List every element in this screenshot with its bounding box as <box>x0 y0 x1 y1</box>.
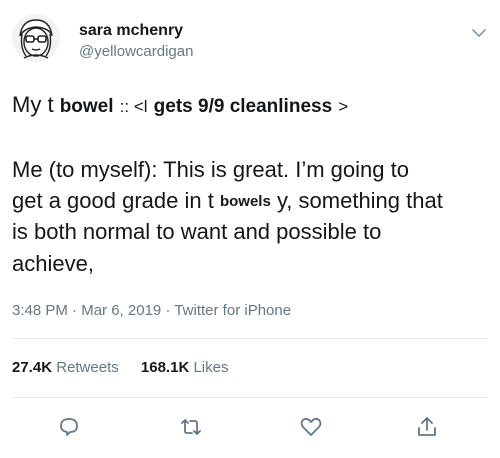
tweet-text-fragment: > <box>338 97 349 116</box>
tweet-date[interactable]: Mar 6, 2019 <box>81 302 161 319</box>
tweet-text-line-4: is both normal to want and possible to <box>12 219 382 244</box>
tweet-text-fragment: get a good grade in t <box>12 188 214 213</box>
display-name[interactable]: sara mchenry <box>79 22 183 40</box>
avatar[interactable] <box>12 14 60 62</box>
retweet-icon[interactable] <box>178 414 204 440</box>
tweet-text-fragment: y, something that <box>276 188 443 213</box>
divider <box>12 397 488 398</box>
tweet-actions <box>0 414 500 442</box>
tweet-meta: 3:48 PM · Mar 6, 2019 · Twitter for iPho… <box>12 302 291 319</box>
tweet-source[interactable]: Twitter for iPhone <box>174 302 291 319</box>
likes-stat[interactable]: 168.1K Likes <box>141 359 229 376</box>
meta-separator: · <box>72 302 78 319</box>
heart-icon[interactable] <box>298 414 324 440</box>
retweets-count: 27.4K <box>12 359 53 376</box>
user-handle[interactable]: @yellowcardigan <box>79 43 193 60</box>
likes-count: 168.1K <box>140 359 190 376</box>
likes-label: Likes <box>193 359 229 376</box>
tweet-text-overlay: bowels <box>219 188 271 216</box>
avatar-image <box>12 14 60 62</box>
reply-icon[interactable] <box>56 414 82 440</box>
share-icon[interactable] <box>414 414 440 440</box>
tweet-text-line-2: Me (to myself): This is great. I’m going… <box>12 157 409 182</box>
tweet-text-fragment: My t <box>12 92 54 117</box>
tweet-text-fragment: :: <l <box>119 97 148 116</box>
tweet-text-overlay: gets 9/9 cleanliness <box>153 93 333 121</box>
tweet-time[interactable]: 3:48 PM <box>12 302 68 319</box>
tweet-text-overlay: bowel <box>59 93 114 121</box>
tweet-text-line-3: get a good grade in t bowels y, somethin… <box>12 187 443 216</box>
divider <box>12 338 488 339</box>
chevron-down-icon[interactable] <box>470 26 488 40</box>
retweets-stat[interactable]: 27.4K Retweets <box>12 359 123 376</box>
tweet-stats: 27.4K Retweets 168.1K Likes <box>12 359 246 376</box>
retweets-label: Retweets <box>56 359 119 376</box>
tweet-text-line-5: achieve, <box>12 251 94 276</box>
tweet-text-line-1: My t bowel :: <l gets 9/9 cleanliness > <box>12 91 348 121</box>
meta-separator: · <box>165 302 171 319</box>
